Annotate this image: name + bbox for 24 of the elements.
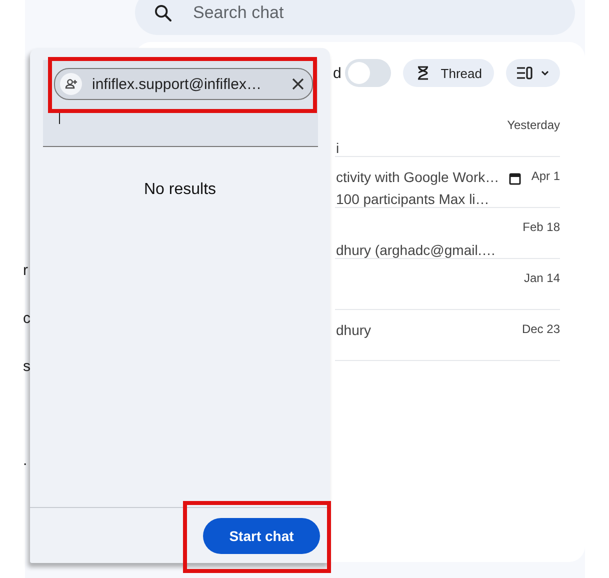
chat-title: dhury	[335, 322, 372, 340]
chat-date: Jan 14	[524, 271, 560, 285]
chat-title: ctivity with Google Work…	[335, 169, 500, 187]
search-icon	[153, 2, 173, 22]
view-menu-button[interactable]	[506, 59, 560, 87]
chat-date: Feb 18	[522, 220, 560, 234]
chat-preview: 100 participants Max li…	[335, 191, 490, 207]
chat-date: Yesterday	[507, 118, 560, 132]
chat-preview: i	[335, 140, 340, 156]
search-field[interactable]: Search chat	[135, 0, 575, 35]
toggle-switch[interactable]	[345, 59, 391, 87]
empty-message: No results	[142, 181, 218, 200]
search-field[interactable]: Search chat	[191, 2, 495, 24]
view-options-icon	[516, 66, 550, 80]
start-chat-button[interactable]: Start chat	[203, 518, 320, 554]
recipient-chip[interactable]: infiflex.support@infiflex…	[54, 68, 313, 100]
recipient-email: infiflex.support@infiflex…	[92, 76, 262, 92]
toggle-label: d	[333, 64, 342, 82]
close-icon[interactable]	[292, 78, 304, 90]
thread-button[interactable]: Thread	[402, 59, 494, 87]
add-person-icon	[60, 73, 82, 95]
chat-preview: dhury (arghadc@gmail.…	[335, 242, 497, 258]
chat-date: Apr 1	[531, 169, 560, 183]
chat-date: Dec 23	[522, 322, 560, 336]
